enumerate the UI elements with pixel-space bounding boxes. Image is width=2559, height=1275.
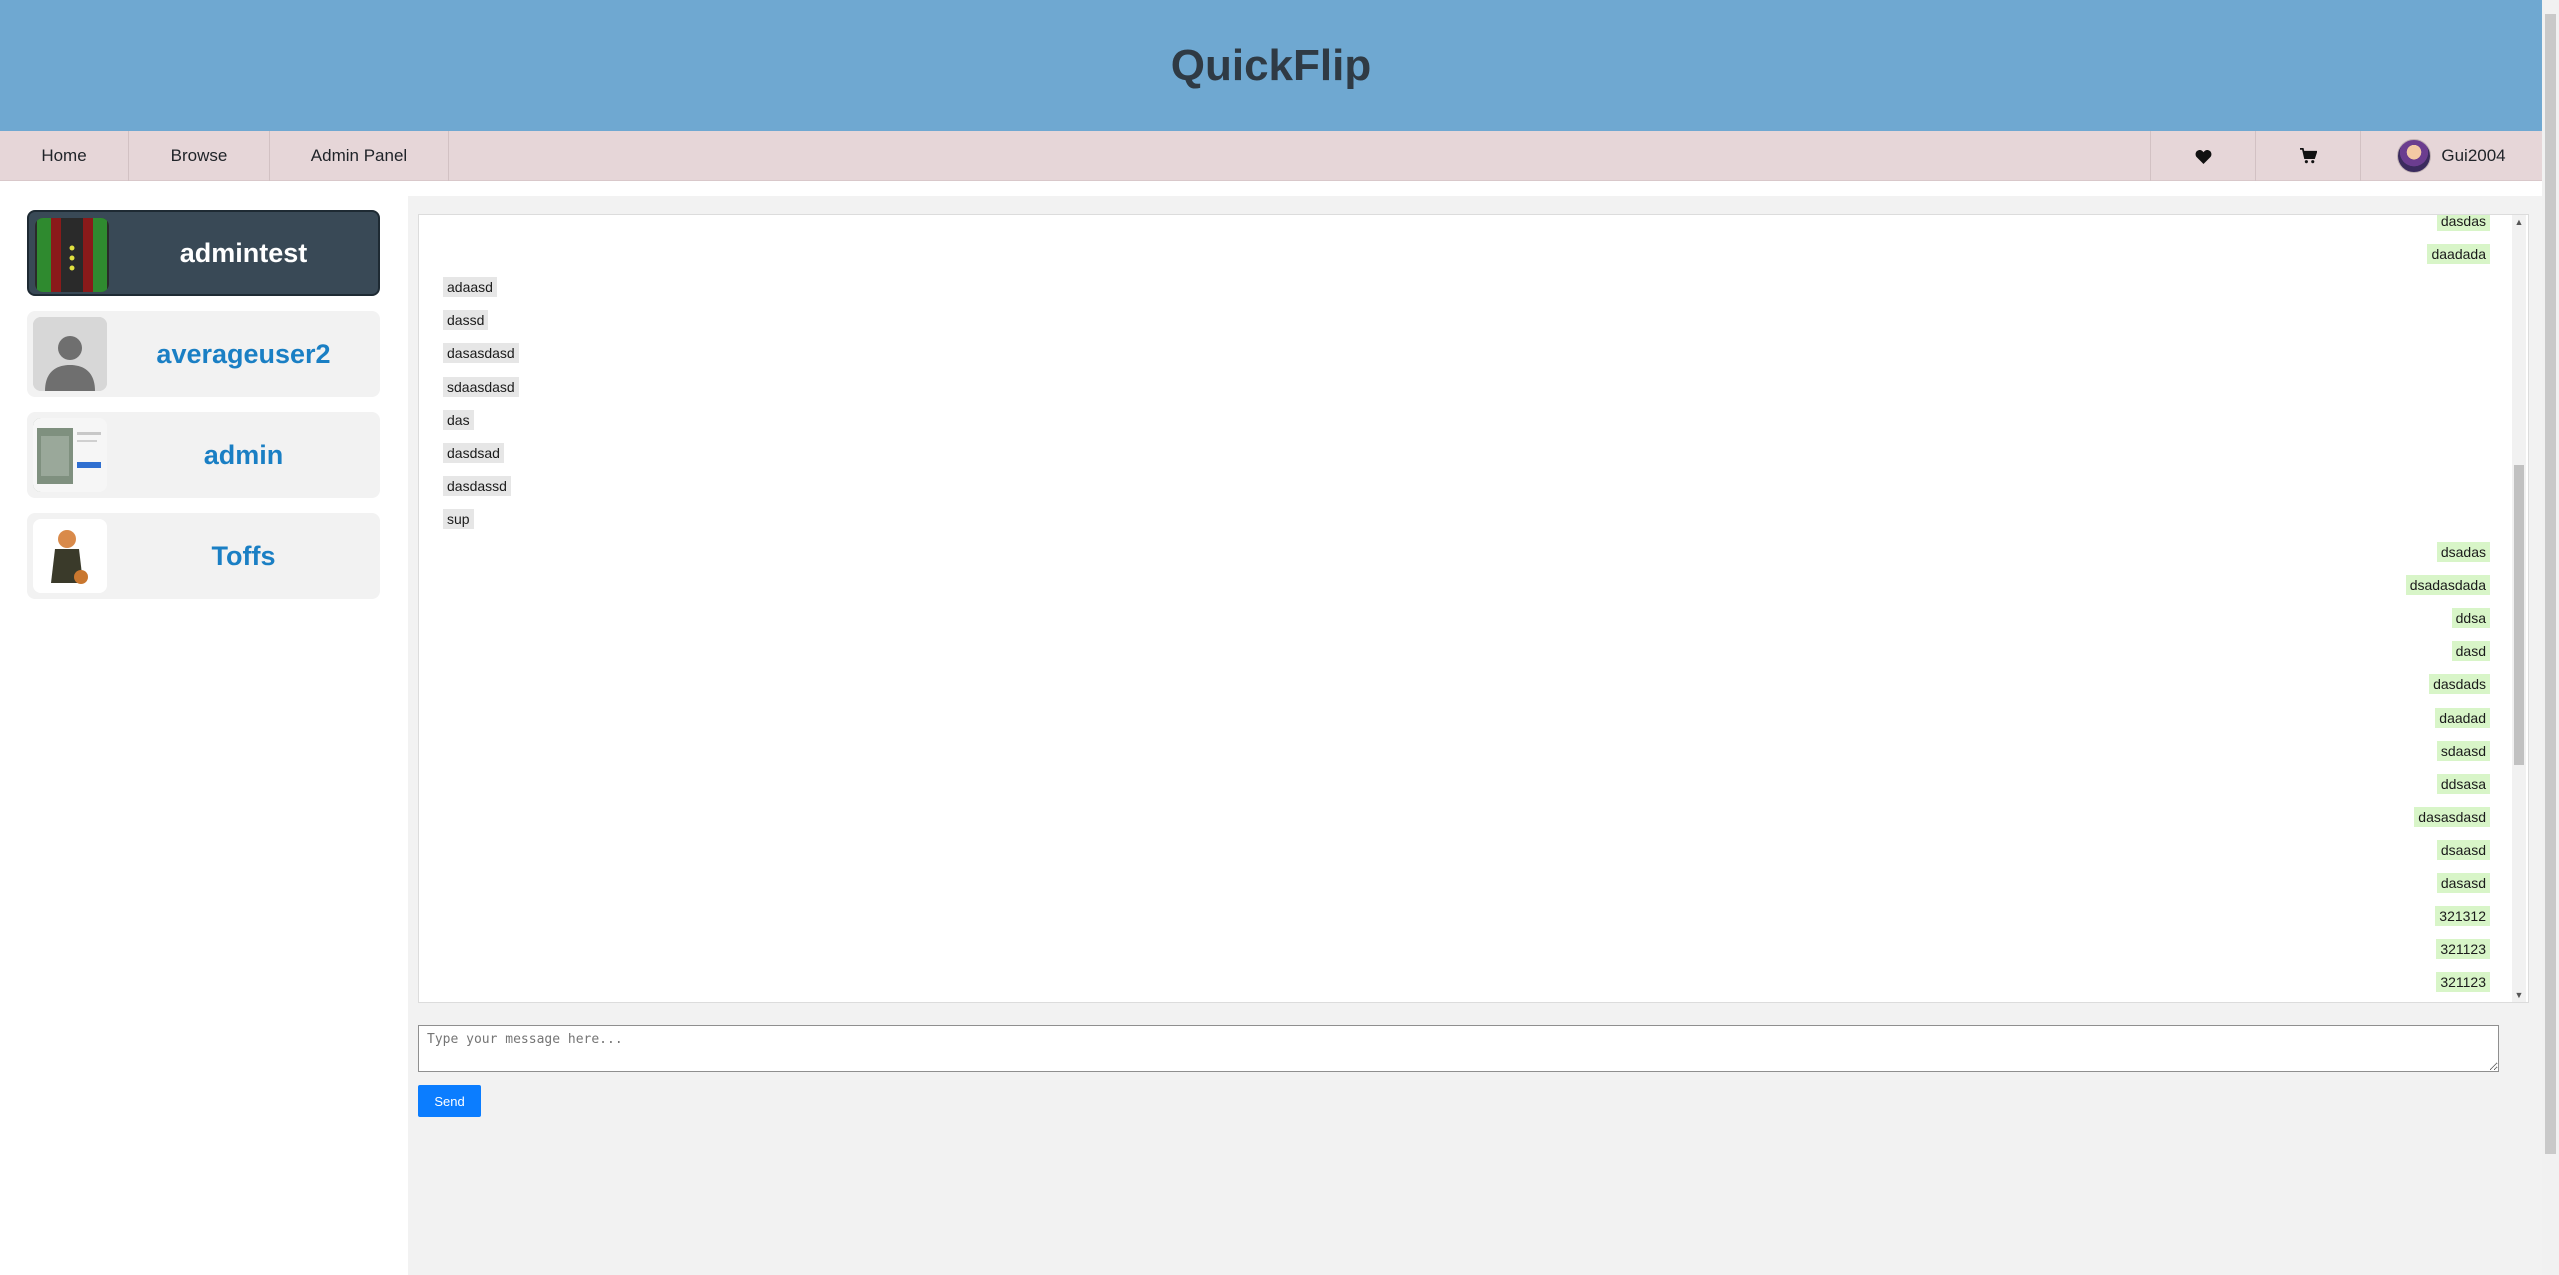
wishlist-button[interactable]	[2150, 131, 2255, 181]
user-menu[interactable]: Gui2004	[2360, 131, 2542, 181]
sent-message: ddsasa	[2436, 774, 2490, 794]
received-message: sup	[443, 509, 474, 529]
nav-browse-link[interactable]: Browse	[129, 131, 270, 181]
sent-message: dasdads	[2429, 674, 2490, 694]
contact-toffs[interactable]: Toffs	[27, 513, 380, 599]
default-user-icon	[33, 317, 107, 391]
chat-scrollbar[interactable]: ▲ ▼	[2512, 215, 2526, 1002]
chat-panel: ▲ ▼ dasdas daadada adaasd dassd dasasdasd sda…	[408, 196, 2542, 1275]
scroll-down-icon[interactable]: ▼	[2512, 988, 2526, 1002]
received-message: dasasdasd	[443, 343, 519, 363]
page-scrollbar-thumb[interactable]	[2545, 14, 2556, 1154]
scrollbar-thumb[interactable]	[2514, 465, 2524, 765]
contact-avatar	[33, 519, 107, 593]
sent-message: 321123	[2436, 939, 2490, 959]
contact-name: averageuser2	[156, 338, 331, 369]
contact-avatar	[35, 218, 109, 292]
sent-message: 321312	[2435, 906, 2490, 926]
contact-name: admin	[203, 439, 284, 470]
sent-message: 321123	[2436, 972, 2490, 992]
scroll-up-icon[interactable]: ▲	[2512, 215, 2526, 229]
sent-message: daadad	[2435, 708, 2490, 728]
contact-avatar	[33, 317, 107, 391]
sent-message: dasd	[2451, 641, 2490, 661]
nav-admin-panel-link[interactable]: Admin Panel	[270, 131, 449, 181]
screenshot-thumbnail-icon	[33, 418, 107, 492]
contact-admintest[interactable]: admintest	[27, 210, 380, 296]
cart-button[interactable]	[2255, 131, 2360, 181]
avatar	[2397, 139, 2432, 173]
page-scrollbar[interactable]	[2542, 0, 2559, 1275]
contact-averageuser2[interactable]: averageuser2	[27, 311, 380, 397]
sent-message: dsadasdada	[2405, 575, 2490, 595]
cart-icon	[2299, 148, 2317, 164]
contact-avatar	[33, 418, 107, 492]
nav-left: Home Browse Admin Panel	[0, 131, 449, 181]
received-message: adaasd	[443, 277, 497, 297]
character-avatar-icon	[33, 519, 107, 593]
received-message: dasdsad	[443, 443, 504, 463]
sent-message: sdaasd	[2436, 741, 2490, 761]
game-thumbnail-icon	[35, 218, 109, 292]
site-header: QuickFlip	[0, 0, 2542, 131]
received-message: dassd	[443, 310, 489, 330]
sent-message: ddsa	[2451, 608, 2490, 628]
sent-message: dsadas	[2436, 542, 2490, 562]
message-list[interactable]: ▲ ▼ dasdas daadada adaasd dassd dasasdasd sda…	[418, 214, 2529, 1003]
user-name: Gui2004	[2441, 146, 2506, 165]
sent-message: dasdas	[2436, 215, 2490, 231]
sent-message: dasasd	[2436, 873, 2490, 893]
contact-name: Toffs	[211, 540, 276, 571]
received-message: das	[443, 410, 474, 430]
contacts-sidebar: admintest averageuser2 admin Toffs	[0, 181, 408, 1275]
nav-right: Gui2004	[2150, 131, 2542, 181]
sent-message: daadada	[2427, 244, 2490, 264]
heart-icon	[2195, 149, 2211, 164]
site-title: QuickFlip	[1170, 40, 1372, 90]
nav-home-link[interactable]: Home	[0, 131, 129, 181]
sent-message: dasasdasd	[2414, 807, 2490, 827]
send-button[interactable]: Send	[418, 1085, 481, 1117]
sent-message: dsaasd	[2436, 840, 2490, 860]
received-message: dasdassd	[443, 476, 511, 496]
navbar: Home Browse Admin Panel Gui2004	[0, 131, 2542, 181]
contact-name: admintest	[179, 237, 308, 268]
message-input[interactable]	[418, 1025, 2499, 1072]
contact-admin[interactable]: admin	[27, 412, 380, 498]
received-message: sdaasdasd	[443, 377, 519, 397]
